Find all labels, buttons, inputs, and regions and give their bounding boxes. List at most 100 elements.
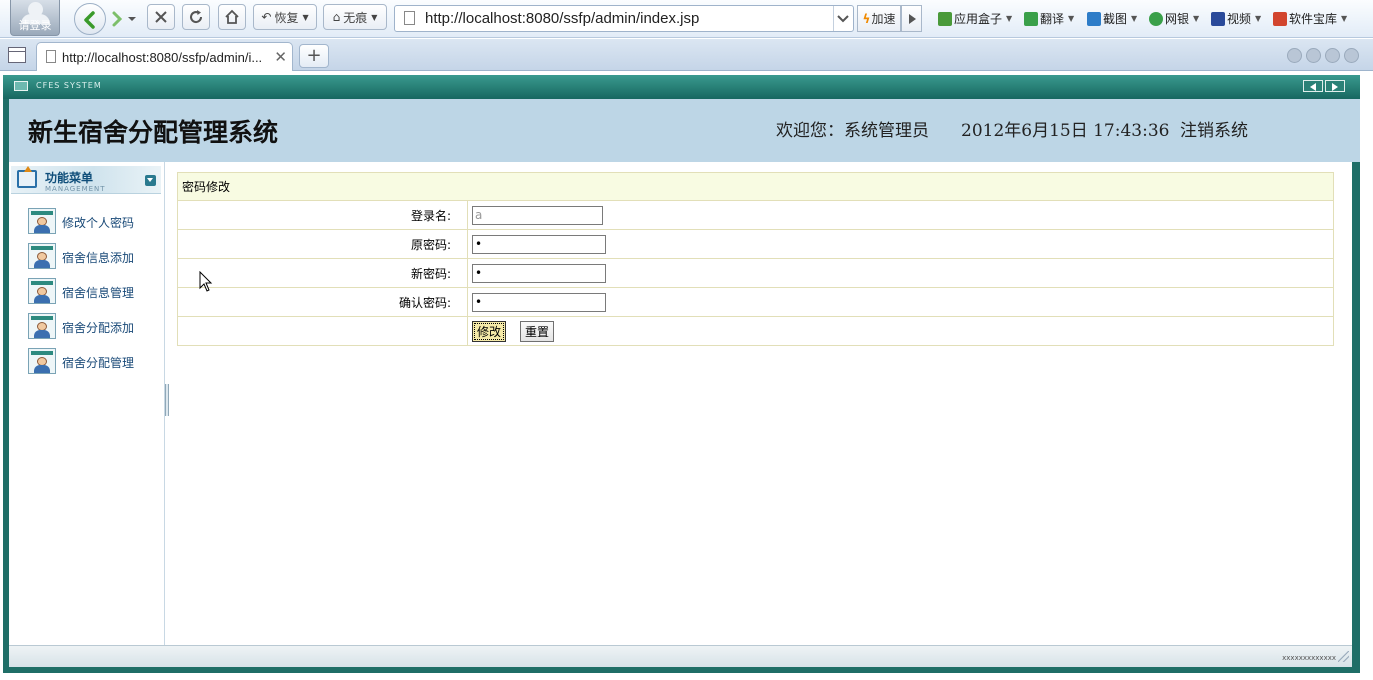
login-name-label: 登录名: [177, 200, 468, 230]
stop-button[interactable] [147, 4, 175, 30]
tab-active[interactable]: http://localhost:8080/ssfp/admin/i... ✕ [36, 42, 293, 71]
next-arrow-button[interactable] [1325, 80, 1345, 92]
software-store-icon [1273, 11, 1287, 26]
refresh-button[interactable] [182, 4, 210, 30]
form-row-actions: 修改 重置 [177, 316, 1334, 346]
form-row-login: 登录名: [177, 200, 1334, 230]
app-frame: CFES SYSTEM 新生宿舍分配管理系统 欢迎您：系统管理员 2012年6月… [3, 75, 1360, 673]
reset-button[interactable]: 重置 [520, 320, 555, 342]
chevron-down-icon: ▼ [1193, 14, 1200, 23]
user-icon [28, 208, 56, 234]
sidebar-splitter-handle[interactable] [165, 384, 169, 416]
old-password-field[interactable] [472, 234, 606, 254]
chevron-down-icon: ▼ [1068, 14, 1075, 23]
chevron-down-icon: ▼ [1131, 14, 1138, 23]
home-button[interactable] [218, 4, 246, 30]
sidebar-item-change-password[interactable]: 修改个人密码 [28, 208, 158, 236]
confirm-password-field[interactable] [472, 292, 606, 312]
chevron-down-icon: ▼ [1341, 14, 1348, 23]
incognito-icon: ⌂ [332, 10, 341, 24]
new-password-field[interactable] [472, 263, 606, 283]
screenshot-icon [1087, 11, 1101, 26]
tab-list-icon[interactable] [1325, 48, 1340, 63]
collapse-icon[interactable] [145, 175, 156, 186]
video-label: 视频 [1227, 12, 1252, 26]
incognito-button[interactable]: ⌂ 无痕 ▼ [323, 4, 387, 30]
scroll-tabs-right-icon[interactable] [1306, 48, 1321, 63]
submit-button[interactable]: 修改 [472, 320, 507, 342]
password-form-table: 密码修改 登录名: 原密码: 新密码: [177, 172, 1334, 346]
sidebar-item-allocation-add[interactable]: 宿舍分配添加 [28, 313, 158, 341]
close-tabs-icon[interactable] [1344, 48, 1359, 63]
forward-arrow-icon [112, 11, 136, 27]
page-icon [46, 50, 56, 63]
resize-grip-icon[interactable] [1338, 651, 1349, 662]
address-bar[interactable]: http://localhost:8080/ssfp/admin/index.j… [394, 5, 854, 32]
tab-menu-icon[interactable] [8, 47, 26, 63]
prev-arrow-button[interactable] [1303, 80, 1323, 92]
password-form: 密码修改 登录名: 原密码: 新密码: [177, 172, 1334, 346]
sidebar-subtitle: MANAGEMENT [45, 185, 106, 193]
login-name-field[interactable] [472, 205, 603, 225]
sidebar-item-allocation-manage[interactable]: 宿舍分配管理 [28, 348, 158, 376]
user-icon [28, 243, 56, 269]
tab-strip: http://localhost:8080/ssfp/admin/i... ✕ … [0, 39, 1373, 71]
video-menu[interactable]: 视频 ▼ [1211, 10, 1261, 27]
back-arrow-icon [84, 11, 95, 29]
scroll-tabs-left-icon[interactable] [1287, 48, 1302, 63]
form-caption-row: 密码修改 [177, 172, 1334, 201]
form-row-new-password: 新密码: [177, 258, 1334, 288]
video-icon [1211, 11, 1225, 26]
status-bar: xxxxxxxxxxxxx [9, 645, 1352, 667]
close-icon[interactable]: ✕ [274, 48, 287, 66]
page-title: 新生宿舍分配管理系统 [28, 118, 279, 147]
back-button[interactable] [74, 3, 106, 35]
datetime-text: 2012年6月15日 17:43:36 [961, 121, 1170, 141]
translate-label: 翻译 [1040, 12, 1065, 26]
old-password-label: 原密码: [177, 229, 468, 259]
undo-icon: ↶ [261, 10, 272, 24]
menu-icon [17, 166, 37, 188]
go-button[interactable] [901, 5, 922, 32]
system-name: CFES SYSTEM [36, 81, 102, 90]
sidebar-item-label: 修改个人密码 [62, 216, 135, 230]
online-banking-menu[interactable]: 网银 ▼ [1149, 10, 1199, 27]
page-right-edge [1360, 71, 1373, 680]
screenshot-label: 截图 [1103, 12, 1128, 26]
restore-button[interactable]: ↶ 恢复 ▼ [253, 4, 317, 30]
app-box-label: 应用盒子 [954, 12, 1003, 26]
form-row-old-password: 原密码: [177, 229, 1334, 259]
restore-label: 恢复 [274, 10, 299, 25]
screenshot-menu[interactable]: 截图 ▼ [1087, 10, 1137, 27]
incognito-label: 无痕 [343, 10, 368, 25]
online-banking-icon [1149, 11, 1163, 26]
address-dropdown-button[interactable] [833, 6, 853, 31]
sidebar-header: 功能菜单 MANAGEMENT [11, 166, 161, 194]
new-tab-button[interactable]: + [299, 44, 329, 68]
user-icon [28, 313, 56, 339]
forward-button[interactable] [108, 9, 138, 29]
logout-link[interactable]: 注销系统 [1180, 116, 1248, 141]
form-row-confirm-password: 确认密码: [177, 287, 1334, 317]
login-avatar-button[interactable]: 请登录 [10, 0, 60, 36]
sidebar-item-label: 宿舍分配管理 [62, 356, 135, 370]
content-area: 功能菜单 MANAGEMENT 修改个人密码 宿舍信息添加 宿舍信息管理 宿舍分… [9, 162, 1352, 645]
user-icon [28, 278, 56, 304]
chevron-down-icon: ▼ [371, 12, 378, 22]
chevron-down-icon: ▼ [302, 12, 309, 22]
page-icon [404, 11, 415, 25]
mouse-cursor-icon [199, 271, 213, 292]
speed-label: 加速 [871, 12, 896, 26]
sidebar-item-dorm-add[interactable]: 宿舍信息添加 [28, 243, 158, 271]
online-banking-label: 网银 [1165, 12, 1190, 26]
sidebar-item-dorm-manage[interactable]: 宿舍信息管理 [28, 278, 158, 306]
translate-menu[interactable]: 翻译 ▼ [1024, 10, 1074, 27]
software-store-menu[interactable]: 软件宝库 ▼ [1273, 10, 1347, 27]
sidebar-item-label: 宿舍信息管理 [62, 286, 135, 300]
browser-toolbar: 请登录 ↶ 恢复 ▼ ⌂ 无痕 ▼ http://localhost:8080/… [0, 0, 1373, 38]
welcome-text: 欢迎您：系统管理员 [776, 121, 929, 141]
sidebar: 功能菜单 MANAGEMENT 修改个人密码 宿舍信息添加 宿舍信息管理 宿舍分… [9, 162, 165, 645]
app-box-menu[interactable]: 应用盒子 ▼ [938, 10, 1012, 27]
speed-up-button[interactable]: ϟ 加速 [857, 5, 901, 32]
status-text: xxxxxxxxxxxxx [1282, 654, 1336, 662]
